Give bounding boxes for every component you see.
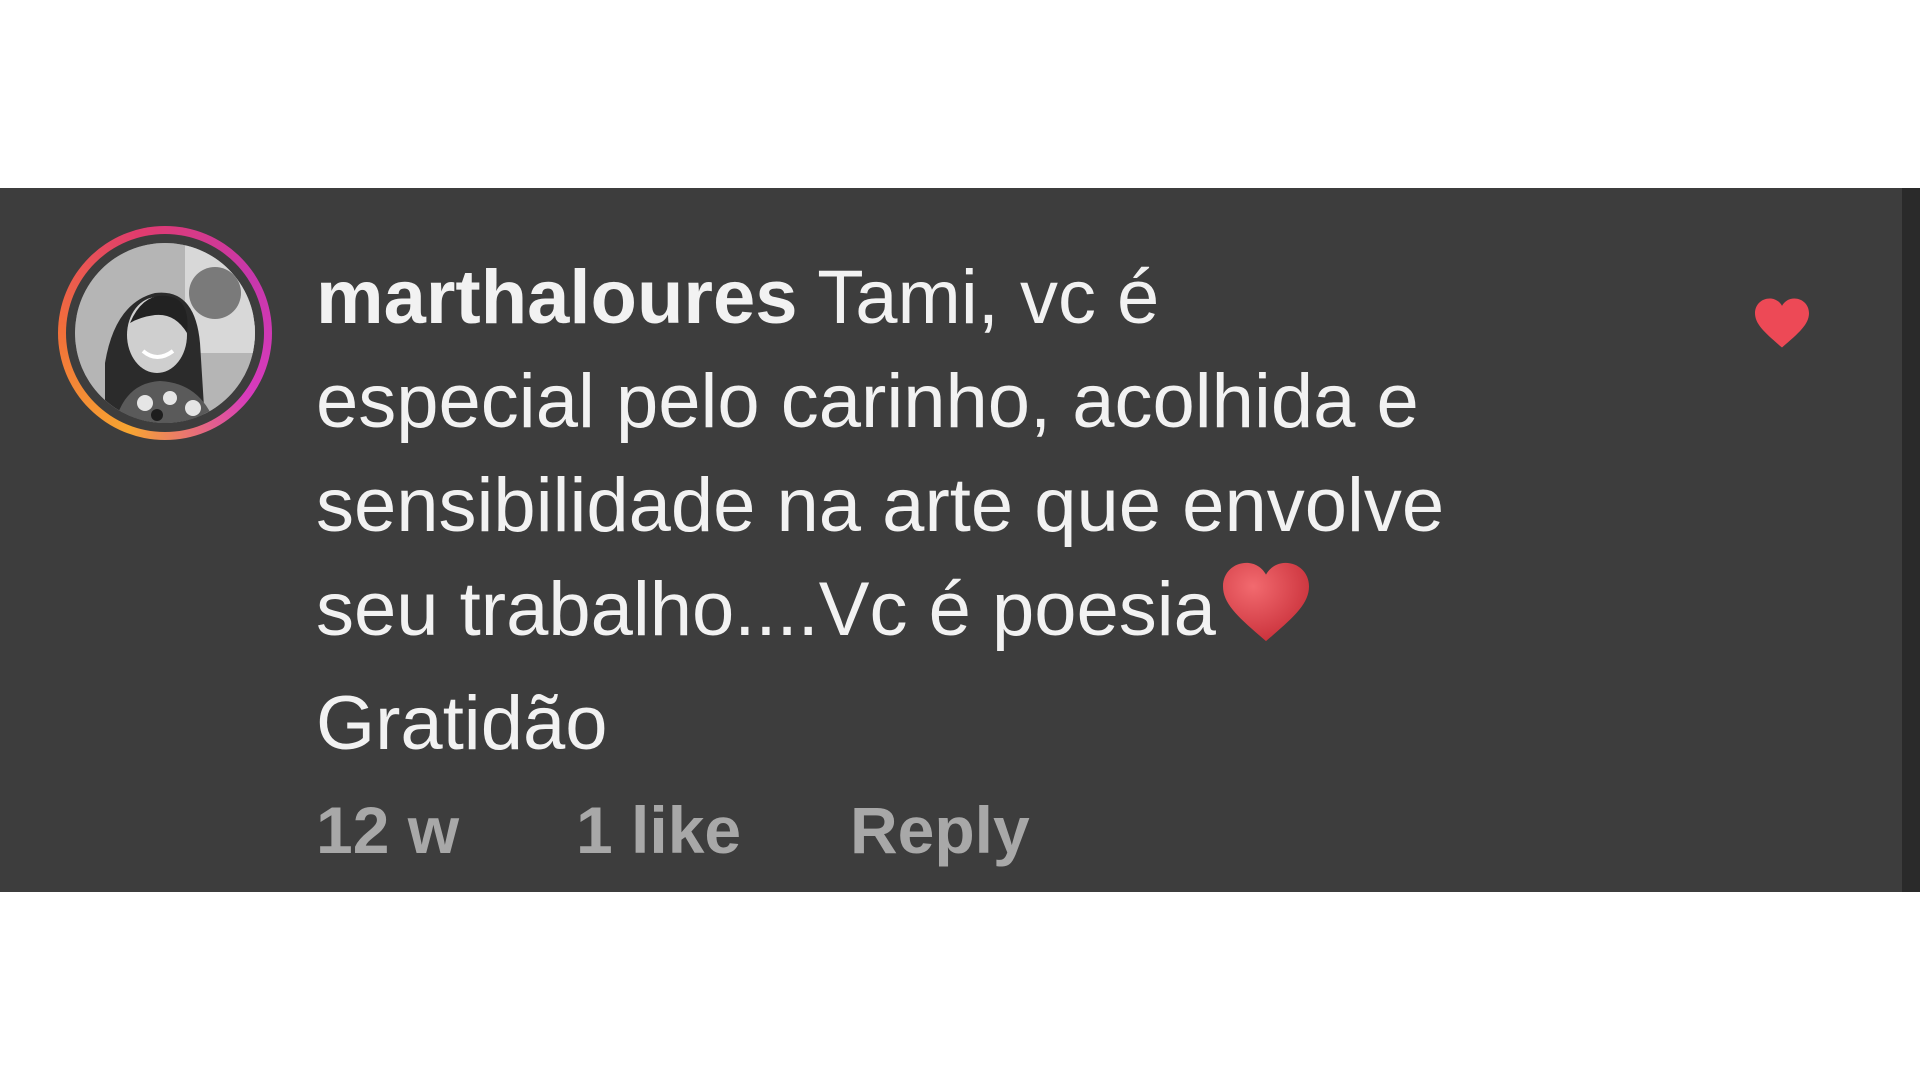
likes-count[interactable]: 1 like	[576, 790, 850, 870]
comment-text: marthaloures Tami, vc é especial pelo ca…	[316, 246, 1656, 776]
comment-line-2: especial pelo carinho, acolhida e	[316, 359, 1419, 444]
red-heart-emoji-icon	[1218, 559, 1314, 672]
story-ring[interactable]	[58, 226, 272, 440]
comment-line-5: Gratidão	[316, 681, 608, 766]
card-edge	[1902, 188, 1920, 892]
comment-text-line: Tami, vc é	[817, 255, 1160, 340]
comment-line-3: sensibilidade na arte que envolve	[316, 463, 1445, 548]
comment-text-line: seu trabalho....Vc é poesia	[316, 567, 1216, 652]
comment-line-4: seu trabalho....Vc é poesia	[316, 558, 1656, 672]
reply-button[interactable]: Reply	[850, 790, 1030, 870]
avatar-photo	[75, 243, 255, 423]
comment-line-1: marthaloures Tami, vc é	[316, 246, 1656, 350]
timestamp: 12 w	[316, 793, 460, 867]
username-link[interactable]: marthaloures	[316, 255, 798, 340]
avatar[interactable]	[75, 243, 255, 423]
heart-icon[interactable]	[1752, 296, 1812, 350]
comment-meta: 12 w 1 like Reply	[316, 790, 1030, 870]
